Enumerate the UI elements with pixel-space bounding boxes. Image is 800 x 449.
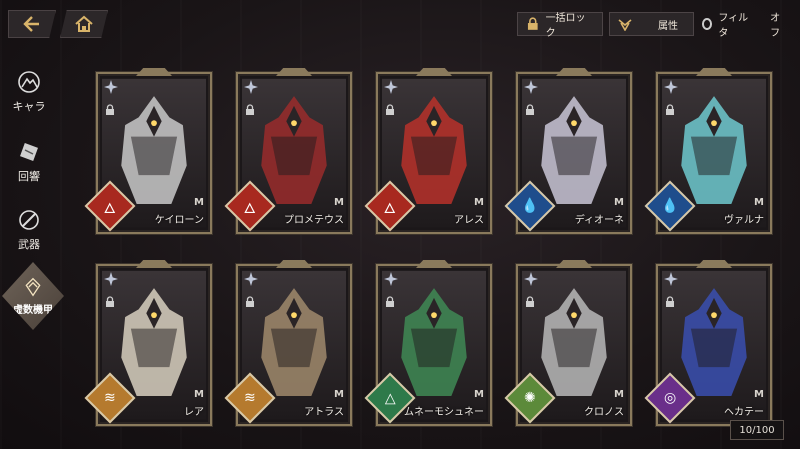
- card-top-ornament: [416, 260, 452, 268]
- card-top-ornament: [696, 260, 732, 268]
- mech-card[interactable]: ◎ M ヘカテー: [644, 260, 772, 426]
- lock-icon[interactable]: [244, 104, 256, 116]
- mech-card[interactable]: 🜂 M ケイローン: [84, 68, 212, 234]
- mech-name: プロメテウス: [284, 215, 344, 226]
- mech-name: アレス: [454, 215, 484, 226]
- echo-icon: [20, 143, 38, 161]
- mech-card[interactable]: 💧 M ディオーネ: [504, 68, 632, 234]
- mech-name: アトラス: [304, 407, 344, 418]
- lock-icon[interactable]: [664, 296, 676, 308]
- weapon-icon: [19, 210, 39, 230]
- filter-label: フィルタ: [718, 13, 749, 39]
- bulk-lock-button[interactable]: 一括ロック: [517, 12, 603, 39]
- filter-toggle[interactable]: フィルタ オフ: [700, 12, 794, 39]
- card-top-ornament: [276, 68, 312, 76]
- attribute-button[interactable]: 属性: [609, 12, 694, 36]
- attribute-icon: [618, 19, 632, 31]
- mech-name: ケイローン: [154, 215, 204, 226]
- tab-mech-label: 虚数機甲: [13, 304, 53, 316]
- tab-mech[interactable]: 虚数機甲: [2, 262, 64, 330]
- card-top-ornament: [416, 68, 452, 76]
- tab-weapon-label: 武器: [18, 238, 40, 251]
- lock-icon[interactable]: [104, 296, 116, 308]
- card-top-ornament: [136, 260, 172, 268]
- mech-name: ムネーモシュネー: [404, 407, 484, 418]
- home-icon: [75, 15, 93, 32]
- mech-name: ヘカテー: [724, 407, 764, 418]
- lock-icon[interactable]: [384, 104, 396, 116]
- brand-icon: M: [194, 389, 204, 400]
- bulk-lock-label: 一括ロック: [545, 13, 586, 39]
- lock-icon: [527, 17, 538, 30]
- tab-weapon[interactable]: 武器: [6, 208, 52, 252]
- lock-icon[interactable]: [104, 104, 116, 116]
- tab-echo[interactable]: 回響: [6, 140, 52, 184]
- back-button[interactable]: [8, 10, 56, 38]
- home-button[interactable]: [60, 10, 108, 38]
- collection-counter: 10/100: [730, 420, 784, 440]
- mech-card[interactable]: 💧 M ヴァルナ: [644, 68, 772, 234]
- back-arrow-icon: [23, 16, 39, 32]
- brand-icon: M: [194, 197, 204, 208]
- mech-name: クロノス: [584, 407, 624, 418]
- tab-character-label: キャラ: [12, 100, 46, 113]
- brand-icon: M: [614, 197, 624, 208]
- lock-icon[interactable]: [664, 104, 676, 116]
- lock-icon[interactable]: [384, 296, 396, 308]
- mech-card[interactable]: ≋ M レア: [84, 260, 212, 426]
- brand-icon: M: [474, 197, 484, 208]
- mech-card[interactable]: 🜂 M プロメテウス: [224, 68, 352, 234]
- brand-icon: M: [614, 389, 624, 400]
- mech-name: ディオーネ: [574, 215, 624, 226]
- lock-icon[interactable]: [244, 296, 256, 308]
- mech-card[interactable]: ≋ M アトラス: [224, 260, 352, 426]
- lock-icon[interactable]: [524, 296, 536, 308]
- card-top-ornament: [696, 68, 732, 76]
- mech-icon: [25, 277, 41, 297]
- tab-echo-label: 回響: [18, 170, 40, 183]
- card-top-ornament: [276, 260, 312, 268]
- brand-icon: M: [754, 389, 764, 400]
- tab-character[interactable]: キャラ: [6, 70, 52, 114]
- attribute-label: 属性: [658, 20, 678, 32]
- card-top-ornament: [556, 68, 592, 76]
- brand-icon: M: [754, 197, 764, 208]
- mech-card[interactable]: △ M ムネーモシュネー: [364, 260, 492, 426]
- filter-ring-icon: [702, 18, 713, 30]
- mech-card[interactable]: ✺ M クロノス: [504, 260, 632, 426]
- mech-card[interactable]: 🜂 M アレス: [364, 68, 492, 234]
- brand-icon: M: [334, 197, 344, 208]
- card-top-ornament: [136, 68, 172, 76]
- brand-icon: M: [334, 389, 344, 400]
- lock-icon[interactable]: [524, 104, 536, 116]
- mech-name: レア: [184, 407, 204, 418]
- brand-icon: M: [474, 389, 484, 400]
- mech-name: ヴァルナ: [724, 215, 764, 226]
- filter-state: オフ: [770, 13, 781, 39]
- character-icon: [18, 71, 40, 93]
- card-top-ornament: [556, 260, 592, 268]
